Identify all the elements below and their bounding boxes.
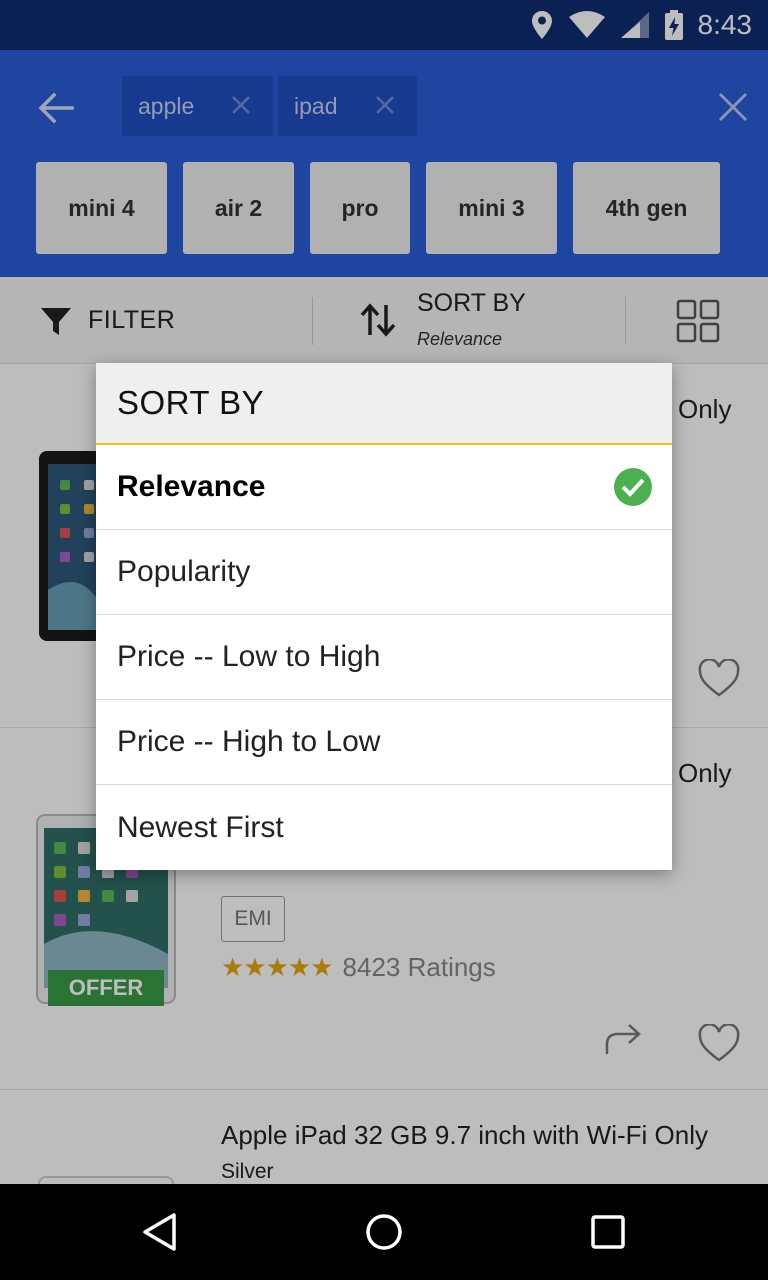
nav-home-button[interactable] bbox=[360, 1208, 408, 1256]
sort-dialog: SORT BY Relevance Popularity Price -- Lo… bbox=[96, 363, 672, 870]
selected-check-icon bbox=[614, 468, 652, 506]
sort-option-label: Relevance bbox=[117, 470, 266, 503]
recents-square-icon bbox=[591, 1215, 625, 1249]
nav-recents-button[interactable] bbox=[584, 1208, 632, 1256]
sort-option-label: Price -- High to Low bbox=[117, 725, 381, 758]
sort-dialog-title: SORT BY bbox=[96, 363, 672, 445]
home-circle-icon bbox=[366, 1214, 402, 1250]
sort-option-price-low-high[interactable]: Price -- Low to High bbox=[96, 615, 672, 700]
sort-option-newest[interactable]: Newest First bbox=[96, 785, 672, 870]
sort-option-popularity[interactable]: Popularity bbox=[96, 530, 672, 615]
back-triangle-icon bbox=[143, 1213, 176, 1251]
sort-option-price-high-low[interactable]: Price -- High to Low bbox=[96, 700, 672, 785]
sort-option-label: Newest First bbox=[117, 810, 284, 844]
nav-back-button[interactable] bbox=[136, 1208, 184, 1256]
system-nav-bar bbox=[0, 1184, 768, 1280]
sort-option-relevance[interactable]: Relevance bbox=[96, 445, 672, 530]
sort-option-label: Price -- Low to High bbox=[117, 640, 381, 673]
sort-option-label: Popularity bbox=[117, 555, 251, 588]
